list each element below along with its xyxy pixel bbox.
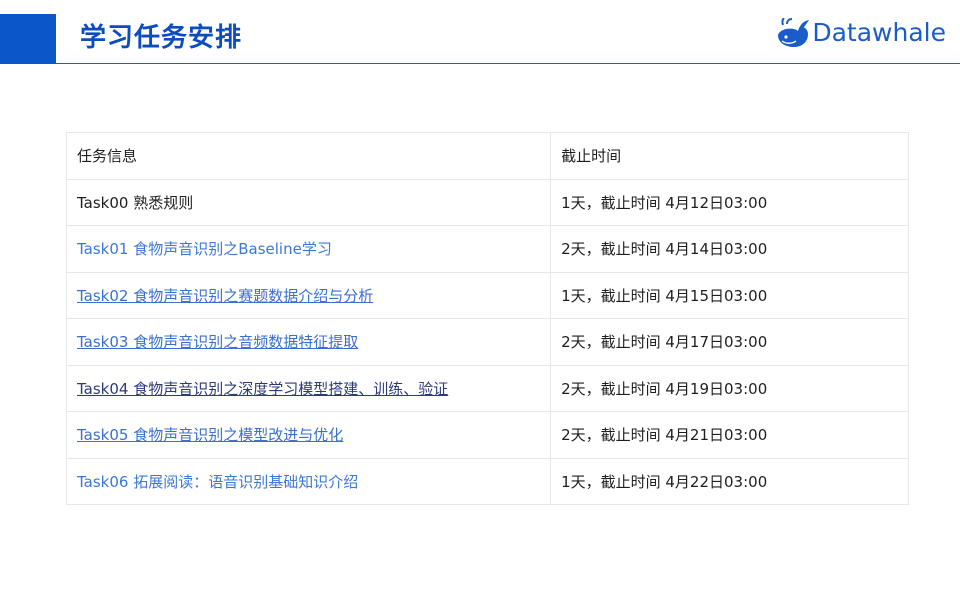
deadline-cell: 1天，截止时间 4月12日03:00 [550, 178, 909, 226]
whale-icon [778, 18, 810, 47]
task-cell: Task06 拓展阅读：语音识别基础知识介绍 [65, 457, 552, 505]
table-header-row: 任务信息 截止时间 [65, 132, 909, 180]
deadline-cell: 2天，截止时间 4月17日03:00 [550, 318, 909, 366]
task-link[interactable]: Task02 食物声音识别之赛题数据介绍与分析 [77, 287, 373, 305]
page-header: 学习任务安排 Datawhale [0, 0, 960, 64]
task-link[interactable]: Task01 食物声音识别之Baseline学习 [77, 240, 332, 258]
task-cell: Task02 食物声音识别之赛题数据介绍与分析 [65, 271, 552, 319]
page-title: 学习任务安排 [80, 23, 243, 53]
datawhale-logo: Datawhale [776, 15, 946, 51]
header-accent-block [0, 14, 56, 64]
task-link[interactable]: Task03 食物声音识别之音频数据特征提取 [77, 333, 358, 351]
table-row: Task01 食物声音识别之Baseline学习 2天，截止时间 4月14日03… [65, 225, 909, 273]
deadline-cell: 2天，截止时间 4月21日03:00 [550, 411, 909, 459]
column-header-task: 任务信息 [65, 132, 552, 180]
logo-text: Datawhale [812, 18, 946, 47]
table-row: Task04 食物声音识别之深度学习模型搭建、训练、验证 2天，截止时间 4月1… [65, 364, 909, 412]
task-cell: Task04 食物声音识别之深度学习模型搭建、训练、验证 [65, 364, 552, 412]
task-link[interactable]: Task04 食物声音识别之深度学习模型搭建、训练、验证 [77, 380, 448, 398]
task-link[interactable]: Task06 拓展阅读：语音识别基础知识介绍 [77, 473, 358, 491]
task-link[interactable]: Task05 食物声音识别之模型改进与优化 [77, 426, 343, 444]
table-row: Task05 食物声音识别之模型改进与优化 2天，截止时间 4月21日03:00 [65, 411, 909, 459]
table-row: Task06 拓展阅读：语音识别基础知识介绍 1天，截止时间 4月22日03:0… [65, 457, 909, 505]
task-text: Task00 熟悉规则 [77, 193, 194, 212]
table-row: Task02 食物声音识别之赛题数据介绍与分析 1天，截止时间 4月15日03:… [65, 271, 909, 319]
deadline-cell: 2天，截止时间 4月19日03:00 [550, 364, 909, 412]
task-cell: Task01 食物声音识别之Baseline学习 [65, 225, 552, 273]
table-row: Task00 熟悉规则 1天，截止时间 4月12日03:00 [65, 178, 909, 226]
deadline-cell: 2天，截止时间 4月14日03:00 [550, 225, 909, 273]
deadline-cell: 1天，截止时间 4月22日03:00 [550, 457, 909, 505]
column-header-deadline: 截止时间 [550, 132, 909, 180]
table-row: Task03 食物声音识别之音频数据特征提取 2天，截止时间 4月17日03:0… [65, 318, 909, 366]
task-cell: Task03 食物声音识别之音频数据特征提取 [65, 318, 552, 366]
task-cell: Task05 食物声音识别之模型改进与优化 [65, 411, 552, 459]
deadline-cell: 1天，截止时间 4月15日03:00 [550, 271, 909, 319]
task-schedule-table: 任务信息 截止时间 Task00 熟悉规则 1天，截止时间 4月12日03:00… [65, 132, 909, 505]
task-cell: Task00 熟悉规则 [65, 178, 552, 226]
